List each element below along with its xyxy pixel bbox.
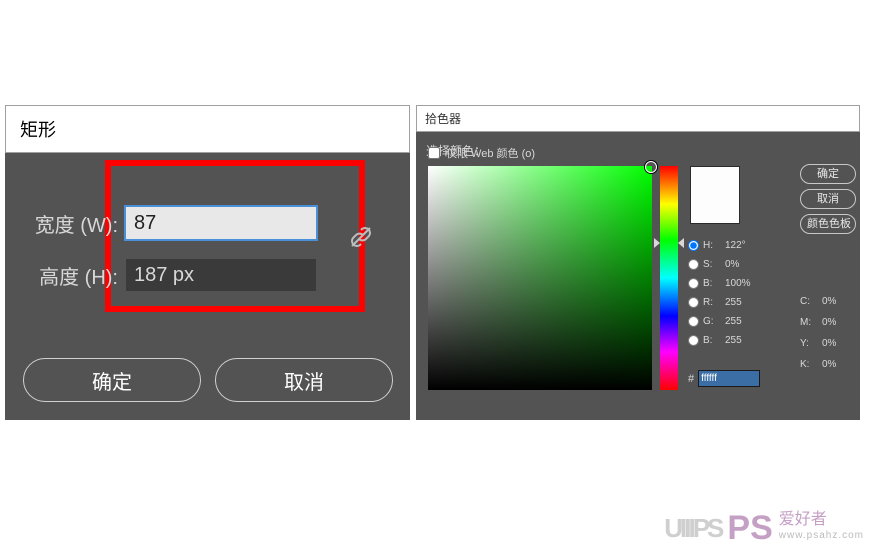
height-input[interactable] bbox=[126, 259, 316, 291]
watermark-ps: PS bbox=[727, 513, 772, 543]
radio-b[interactable] bbox=[688, 278, 699, 289]
value-m: 0% bbox=[822, 317, 836, 328]
label-h: H: bbox=[703, 240, 721, 251]
radio-bv[interactable] bbox=[688, 335, 699, 346]
width-label: 宽度 (W): bbox=[23, 209, 126, 238]
value-k: 0% bbox=[822, 359, 836, 370]
current-color bbox=[691, 195, 739, 223]
watermark: UIIIPS PS 爱好者 www.psahz.com bbox=[664, 512, 864, 544]
watermark-url: www.psahz.com bbox=[779, 528, 864, 544]
label-s: S: bbox=[703, 259, 721, 270]
color-picker-dialog: 拾色器 选择颜色： 确定 取消 颜色色板 bbox=[416, 105, 860, 420]
value-r: 255 bbox=[725, 297, 742, 308]
value-bv: 255 bbox=[725, 335, 742, 346]
picker-cancel-button[interactable]: 取消 bbox=[800, 189, 856, 209]
label-m: M: bbox=[800, 317, 818, 328]
height-label: 高度 (H): bbox=[23, 261, 126, 290]
color-libraries-button[interactable]: 颜色色板 bbox=[800, 214, 856, 234]
cmyk-group: C: 0% M: 0% Y: 0% K: 0% bbox=[800, 292, 856, 376]
radio-r[interactable] bbox=[688, 297, 699, 308]
hue-slider[interactable] bbox=[660, 166, 678, 390]
picker-title: 拾色器 bbox=[416, 105, 860, 132]
sv-marker bbox=[645, 161, 657, 173]
value-c: 0% bbox=[822, 296, 836, 307]
cancel-button[interactable]: 取消 bbox=[215, 358, 393, 402]
label-r: R: bbox=[703, 297, 721, 308]
dialog-title: 矩形 bbox=[5, 105, 410, 153]
saturation-value-field[interactable] bbox=[428, 166, 652, 390]
value-g: 255 bbox=[725, 316, 742, 327]
web-only-checkbox[interactable] bbox=[428, 147, 440, 159]
label-y: Y: bbox=[800, 338, 818, 349]
hex-hash: # bbox=[688, 373, 694, 385]
value-b: 100% bbox=[725, 278, 751, 289]
label-c: C: bbox=[800, 296, 818, 307]
radio-h[interactable] bbox=[688, 240, 699, 251]
label-k: K: bbox=[800, 359, 818, 370]
label-g: G: bbox=[703, 316, 721, 327]
web-only-label: 仅限 Web 颜色 (o) bbox=[446, 145, 535, 161]
width-input[interactable] bbox=[126, 207, 316, 239]
label-b: B: bbox=[703, 278, 721, 289]
hex-input[interactable] bbox=[698, 370, 760, 387]
web-only-row[interactable]: 仅限 Web 颜色 (o) bbox=[428, 145, 535, 161]
value-s: 0% bbox=[725, 259, 739, 270]
watermark-logo: UIIIPS bbox=[664, 513, 721, 544]
radio-s[interactable] bbox=[688, 259, 699, 270]
color-swatch bbox=[690, 166, 740, 224]
label-bv: B: bbox=[703, 335, 721, 346]
ok-button[interactable]: 确定 bbox=[23, 358, 201, 402]
hsb-rgb-group: H: 122° S: 0% B: 100% R: 255 G: 255 B: 255 bbox=[688, 236, 798, 350]
watermark-text: 爱好者 bbox=[779, 512, 864, 528]
value-h: 122° bbox=[725, 240, 746, 251]
picker-ok-button[interactable]: 确定 bbox=[800, 164, 856, 184]
new-color bbox=[691, 167, 739, 195]
value-y: 0% bbox=[822, 338, 836, 349]
rectangle-dialog: 矩形 宽度 (W): 高度 (H): 确定 取消 bbox=[5, 105, 410, 420]
link-icon[interactable] bbox=[349, 225, 373, 252]
radio-g[interactable] bbox=[688, 316, 699, 327]
